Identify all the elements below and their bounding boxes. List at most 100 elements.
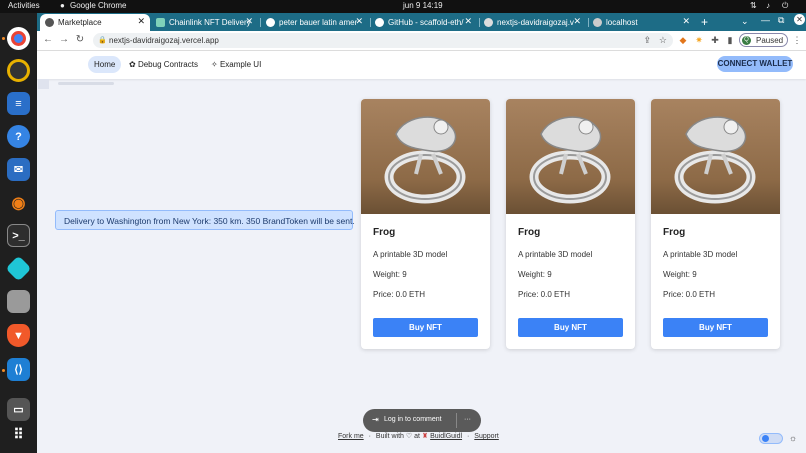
github-icon: [375, 18, 384, 27]
maximize-icon[interactable]: ⧉: [778, 15, 784, 26]
frog-ring-image: [361, 99, 490, 214]
help-icon[interactable]: ?: [7, 125, 30, 148]
brave-icon[interactable]: ▼: [7, 324, 30, 347]
card-title: Frog: [518, 227, 541, 238]
reload-icon[interactable]: ↻: [73, 33, 87, 47]
lock-icon[interactable]: 🔒: [98, 33, 107, 48]
sun-icon: ☼: [788, 433, 798, 443]
tab-localhost[interactable]: localhost ✕: [588, 14, 695, 31]
system-top-bar: Activities ● Google Chrome jun 9 14:19 ⇅…: [0, 0, 806, 13]
activities-button[interactable]: Activities: [8, 1, 40, 10]
url-text: nextjs-davidraigozaj.vercel.app: [109, 36, 219, 45]
buy-nft-button[interactable]: Buy NFT: [373, 318, 478, 337]
terminal-icon[interactable]: >_: [7, 224, 30, 247]
tab-favicon: [484, 18, 493, 27]
comment-toolbar: ⇥ Log in to comment ···: [363, 409, 481, 432]
minimize-icon[interactable]: —: [761, 15, 770, 25]
clock[interactable]: jun 9 14:19: [403, 1, 443, 10]
new-tab-button[interactable]: +: [701, 15, 708, 29]
tab-label: nextjs-davidraigozaj.v: [497, 18, 574, 27]
vscode-icon[interactable]: ⟨⟩: [7, 358, 30, 381]
nft-card: Frog A printable 3D model Weight: 9 Pric…: [361, 99, 490, 349]
card-price: Price: 0.0 ETH: [373, 290, 426, 299]
placeholder-block: [38, 79, 49, 89]
address-bar[interactable]: 🔒 nextjs-davidraigozaj.vercel.app ⇪ ☆: [93, 33, 673, 48]
tab-label: GitHub - scaffold-eth/: [388, 18, 464, 27]
card-description: A printable 3D model: [518, 250, 593, 259]
metamask-icon[interactable]: ◆: [677, 34, 689, 46]
files-icon[interactable]: [7, 290, 30, 313]
login-icon: ⇥: [372, 415, 379, 424]
tab-google-search[interactable]: peter bauer latin amer ✕: [261, 14, 368, 31]
profile-paused-button[interactable]: Q Paused: [739, 33, 788, 47]
theme-toggle[interactable]: [759, 433, 783, 444]
login-to-comment-button[interactable]: Log in to comment: [384, 416, 442, 423]
chrome-icon[interactable]: [7, 27, 30, 50]
tab-favicon: [156, 18, 165, 27]
avatar: Q: [742, 36, 751, 45]
share-icon[interactable]: ⇪: [643, 33, 651, 48]
tab-label: Chainlink NFT Delivery: [169, 18, 251, 27]
tab-github[interactable]: GitHub - scaffold-eth/ ✕: [370, 14, 477, 31]
fork-me-link[interactable]: Fork me: [338, 433, 364, 440]
placeholder-bar: [58, 82, 114, 85]
close-icon[interactable]: ✕: [682, 16, 690, 27]
active-app-name[interactable]: Google Chrome: [70, 1, 126, 10]
close-icon[interactable]: ✕: [245, 16, 253, 27]
buidlguidl-link[interactable]: BuidlGuidl: [430, 433, 462, 440]
drive-icon[interactable]: ▭: [7, 398, 30, 421]
thunderbird-icon[interactable]: ✉: [7, 158, 30, 181]
card-description: A printable 3D model: [663, 250, 738, 259]
frog-ring-image: [651, 99, 780, 214]
show-apps-icon[interactable]: ⠿: [7, 423, 30, 446]
connect-wallet-button[interactable]: CONNECT WALLET: [717, 56, 793, 72]
more-options-button[interactable]: ···: [464, 416, 471, 423]
ring-illustration: [384, 116, 466, 204]
cube-app-icon[interactable]: [5, 255, 32, 282]
back-icon[interactable]: ←: [41, 33, 55, 47]
close-icon[interactable]: ✕: [137, 16, 145, 27]
frog-ring-image: [506, 99, 635, 214]
writer-icon[interactable]: ≡: [7, 92, 30, 115]
built-with-text: Built with ♡ at: [375, 433, 420, 440]
nav-debug-contracts[interactable]: ✿ Debug Contracts: [123, 56, 204, 73]
dock: ≡ ? ✉ ◉ >_ ▼ ⟨⟩ ▭ ⠿: [0, 13, 37, 453]
tab-vercel[interactable]: nextjs-davidraigozaj.v ✕: [479, 14, 586, 31]
close-icon[interactable]: ✕: [464, 16, 472, 27]
close-icon[interactable]: ✕: [355, 16, 363, 27]
toggle-knob: [762, 435, 769, 442]
tab-favicon: [45, 18, 54, 27]
card-description: A printable 3D model: [373, 250, 448, 259]
buy-nft-button[interactable]: Buy NFT: [663, 318, 768, 337]
tab-chainlink[interactable]: Chainlink NFT Delivery ✕: [151, 14, 258, 31]
nav-home[interactable]: Home: [88, 56, 122, 73]
running-indicator: [2, 37, 5, 40]
nav-example-ui[interactable]: ✧ Example UI: [205, 56, 267, 73]
close-icon[interactable]: ✕: [573, 16, 581, 27]
blender-icon[interactable]: ◉: [7, 191, 30, 214]
sparkles-icon: ✧: [211, 60, 220, 69]
tab-search-chevron-icon[interactable]: ⌄: [741, 16, 749, 27]
castle-icon: ♜: [421, 433, 429, 440]
nav-debug-label: Debug Contracts: [137, 60, 198, 69]
rhythmbox-icon[interactable]: [7, 59, 30, 82]
nft-card: Frog A printable 3D model Weight: 9 Pric…: [651, 99, 780, 349]
power-icon[interactable]: ⏻: [782, 1, 788, 11]
extensions-puzzle-icon[interactable]: ✚: [709, 34, 721, 46]
volume-icon[interactable]: ♪: [766, 1, 770, 10]
divider: [456, 413, 457, 428]
profile-status: Paused: [756, 36, 784, 45]
side-panel-icon[interactable]: ▮: [724, 34, 736, 46]
kebab-menu-icon[interactable]: ⋮: [791, 34, 803, 46]
forward-icon[interactable]: →: [57, 33, 71, 47]
close-window-icon[interactable]: ✕: [794, 14, 805, 25]
ring-illustration: [529, 116, 611, 204]
extension-icon[interactable]: ✷: [693, 34, 705, 46]
network-icon[interactable]: ⇅: [750, 1, 757, 10]
ring-illustration: [674, 116, 756, 204]
bookmark-star-icon[interactable]: ☆: [659, 33, 667, 48]
support-link[interactable]: Support: [474, 433, 499, 440]
buy-nft-button[interactable]: Buy NFT: [518, 318, 623, 337]
tab-marketplace[interactable]: Marketplace ✕: [40, 14, 150, 31]
nav-home-label: Home: [94, 60, 116, 69]
